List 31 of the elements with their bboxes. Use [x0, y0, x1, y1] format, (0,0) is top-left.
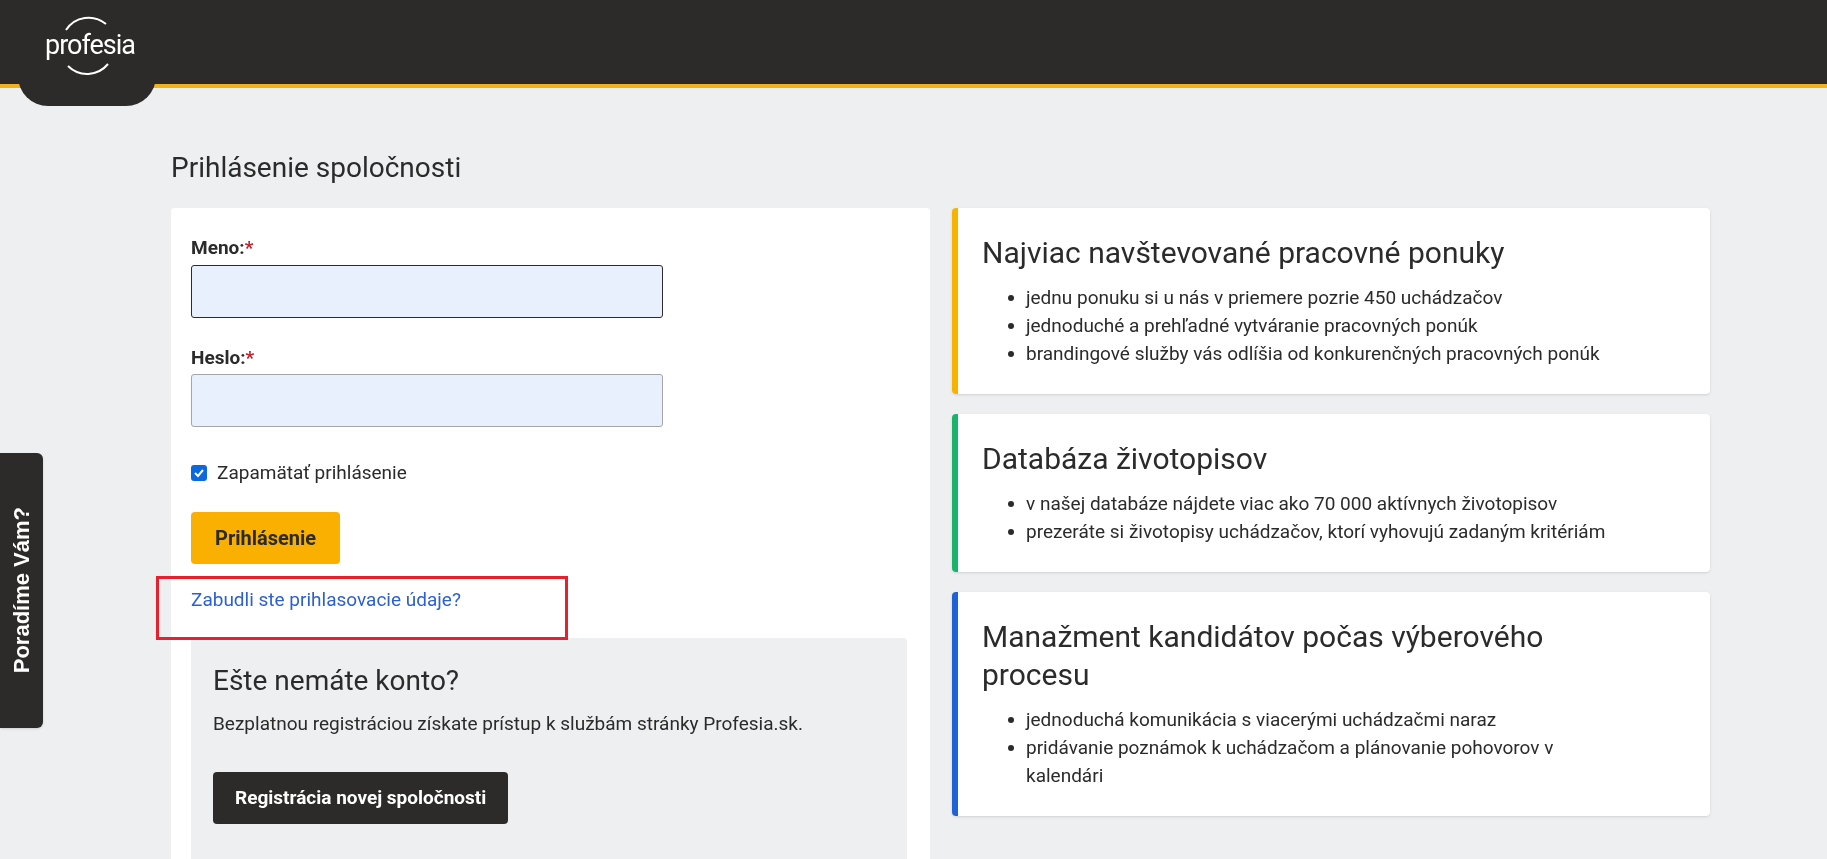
input-field[interactable]	[191, 264, 663, 318]
register-button[interactable]: Registrácia novej spoločnosti	[213, 772, 509, 824]
bullet-icon	[1008, 351, 1014, 357]
feature-item: jednoduchá komunikácia s viacerými uchádzačmi naraz	[1026, 707, 1497, 733]
bullet-icon	[1008, 323, 1014, 329]
feature-item: pridávanie poznámok k uchádzačom a plánovanie pohovorov v kalendári	[1026, 735, 1555, 789]
feature-title: Najviac navštevované pracovné ponuky	[982, 234, 1506, 272]
login-button[interactable]: Prihlásenie	[191, 511, 341, 564]
feature-title: Manažment kandidátov počas výberového procesu	[982, 618, 1545, 694]
feature-title: Databáza životopisov	[982, 440, 1269, 478]
bullet-icon	[1008, 501, 1014, 507]
bullet-icon	[1008, 295, 1014, 301]
checkbox-label: Zapamätať prihlásenie	[217, 460, 407, 486]
bullet-icon	[1008, 529, 1014, 535]
field-label: Heslo:*	[191, 344, 256, 371]
feature-item: prezeráte si životopisy uchádzačov, ktorí vyhovujú zadaným kritériám	[1026, 519, 1606, 545]
register-text: Bezplatnou registráciou získate prístup k službám stránky Profesia.sk.	[213, 710, 804, 737]
page-title: Prihlásenie spoločnosti	[171, 150, 463, 186]
bullet-icon	[1008, 717, 1014, 723]
bullet-icon	[1008, 745, 1014, 751]
checkbox[interactable]	[191, 465, 207, 482]
feature-item: jednoduché a prehľadné vytváranie pracovných ponúk	[1026, 313, 1478, 339]
feature-item: brandingové služby vás odlíšia od konkurenčných pracovných ponúk	[1026, 341, 1600, 367]
feature-item: v našej databáze nájdete viac ako 70 000 aktívnych životopisov	[1026, 491, 1558, 517]
logo-text[interactable]: profesia	[45, 24, 135, 66]
register-title: Ešte nemáte konto?	[213, 662, 461, 699]
input-field[interactable]	[191, 374, 663, 427]
feature-item: jednu ponuku si u nás v priemere pozrie 450 uchádzačov	[1026, 285, 1503, 311]
help-side-tab[interactable]: Poradíme Vám?	[0, 453, 43, 728]
forgot-credentials-link[interactable]: Zabudli ste prihlasovacie údaje?	[191, 587, 461, 611]
field-label: Meno:*	[191, 235, 255, 261]
